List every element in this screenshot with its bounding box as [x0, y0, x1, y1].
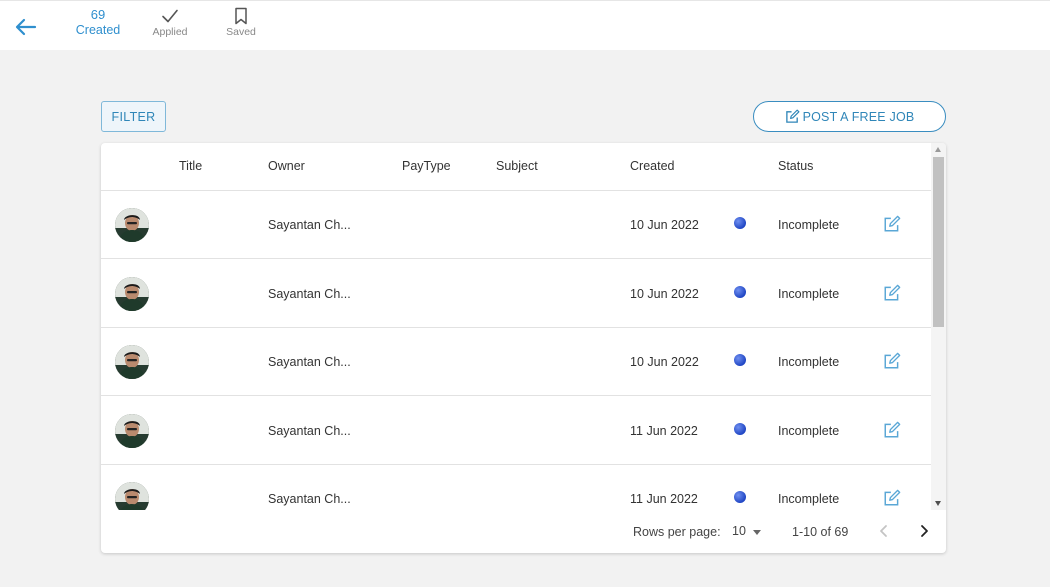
post-free-job-button[interactable]: POST A FREE JOB [753, 101, 946, 132]
status-dot-icon [734, 354, 746, 366]
back-arrow-icon[interactable] [14, 15, 38, 39]
job-owner: Sayantan Ch... [268, 286, 351, 301]
scrollbar-thumb[interactable] [933, 157, 944, 327]
edit-icon[interactable] [883, 284, 901, 302]
post-free-job-label: POST A FREE JOB [802, 109, 915, 124]
avatar [115, 276, 149, 311]
pagination-range: 1-10 of 69 [792, 525, 849, 539]
column-header-paytype[interactable]: PayType [402, 159, 451, 173]
column-header-status[interactable]: Status [778, 159, 813, 173]
edit-icon[interactable] [883, 489, 901, 507]
edit-icon [785, 109, 800, 124]
column-header-title[interactable]: Title [179, 159, 202, 173]
status-dot-icon [734, 491, 746, 503]
table-row[interactable]: Sayantan Ch... 10 Jun 2022 Incomplete [101, 328, 931, 396]
table-row[interactable]: Sayantan Ch... 10 Jun 2022 Incomplete [101, 260, 931, 328]
tab-created[interactable]: 69 Created [72, 7, 124, 37]
job-status: Incomplete [778, 355, 840, 369]
status-dot-icon [734, 422, 746, 435]
pagination-footer: Rows per page: 10 1-10 of 69 [101, 510, 946, 553]
job-owner: Sayantan Ch... [268, 492, 351, 506]
job-status: Incomplete [778, 492, 840, 506]
table-row[interactable]: Sayantan Ch... 10 Jun 2022 Incomplete [101, 191, 931, 259]
avatar [115, 413, 149, 448]
column-header-created[interactable]: Created [630, 159, 674, 173]
column-header-owner[interactable]: Owner [268, 159, 305, 173]
rows-per-page-select[interactable]: 10 [732, 524, 761, 538]
edit-icon[interactable] [883, 421, 901, 439]
job-created-date: 10 Jun 2022 [630, 286, 699, 301]
status-dot-icon [734, 285, 746, 298]
tab-saved-label: Saved [226, 26, 256, 38]
job-status: Incomplete [778, 218, 840, 232]
table-row[interactable]: Sayantan Ch... 11 Jun 2022 Incomplete [101, 465, 931, 510]
tab-applied[interactable]: Applied [145, 7, 195, 39]
jobs-table-card: Title Owner PayType Subject Created Stat… [101, 143, 946, 553]
rows-per-page-value: 10 [732, 524, 746, 538]
created-count: 69 [90, 7, 106, 22]
tab-applied-label: Applied [152, 26, 188, 38]
column-header-subject[interactable]: Subject [496, 159, 538, 173]
status-dot-icon [734, 217, 746, 229]
avatar [115, 208, 149, 242]
job-created-date: 10 Jun 2022 [630, 355, 699, 369]
caret-down-icon [752, 529, 761, 535]
table-row[interactable]: Sayantan Ch... 11 Jun 2022 Incomplete [101, 397, 931, 465]
job-created-date: 11 Jun 2022 [630, 423, 698, 438]
table-scrollbar[interactable] [931, 143, 946, 510]
job-owner: Sayantan Ch... [268, 423, 351, 438]
job-created-date: 11 Jun 2022 [630, 492, 698, 506]
scroll-down-arrow-icon[interactable] [935, 501, 941, 506]
top-bar: 69 Created Applied Saved [0, 0, 1050, 50]
jobs-table: Title Owner PayType Subject Created Stat… [101, 143, 931, 510]
avatar [115, 345, 149, 379]
rows-per-page-label: Rows per page: [633, 525, 721, 539]
edit-icon[interactable] [883, 352, 901, 370]
job-status: Incomplete [778, 423, 840, 438]
job-created-date: 10 Jun 2022 [630, 218, 699, 232]
table-header: Title Owner PayType Subject Created Stat… [101, 143, 931, 191]
edit-icon[interactable] [883, 215, 901, 233]
previous-page-icon[interactable] [877, 522, 891, 540]
checkmark-icon [145, 7, 195, 25]
job-owner: Sayantan Ch... [268, 355, 351, 369]
tab-saved[interactable]: Saved [218, 7, 264, 39]
filter-button[interactable]: FILTER [101, 101, 166, 132]
avatar [115, 482, 149, 510]
scroll-up-arrow-icon[interactable] [935, 147, 941, 152]
job-status: Incomplete [778, 286, 840, 301]
tab-created-label: Created [75, 23, 121, 37]
next-page-icon[interactable] [917, 522, 931, 540]
bookmark-icon [218, 7, 264, 25]
job-owner: Sayantan Ch... [268, 218, 351, 232]
